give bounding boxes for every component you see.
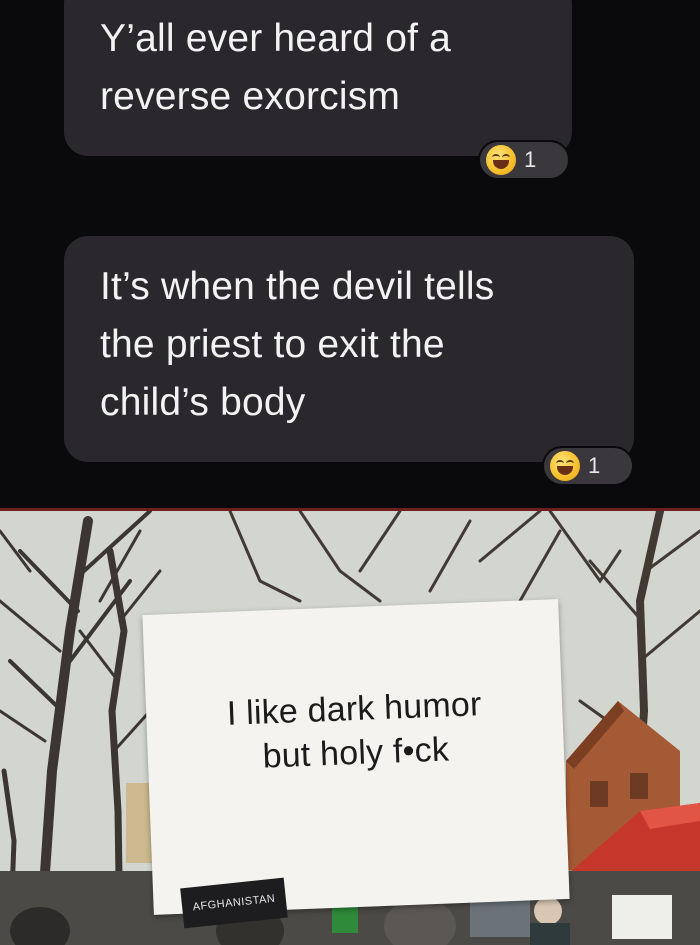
message-2-line-2: the priest to exit the: [100, 323, 445, 366]
laughing-emoji-icon: [486, 145, 516, 175]
protest-photo: I like dark humor but holy f•ck AFGHANIS…: [0, 511, 700, 945]
message-2-line-3: child’s body: [100, 381, 306, 424]
reaction-badge-2[interactable]: 1: [542, 446, 634, 486]
message-bubble-2[interactable]: It’s when the devil tells the priest to …: [64, 236, 634, 462]
message-bubble-1[interactable]: Y’all ever heard of a reverse exorcism: [64, 0, 572, 156]
laughing-emoji-icon: [550, 451, 580, 481]
message-1-line-1: Y’all ever heard of a: [100, 17, 452, 60]
message-1-line-2: reverse exorcism: [100, 75, 401, 118]
reaction-badge-1[interactable]: 1: [478, 140, 570, 180]
chat-screenshot: Y’all ever heard of a reverse exorcism 1…: [0, 0, 700, 510]
protest-sign: I like dark humor but holy f•ck: [142, 599, 570, 915]
reaction-count-2: 1: [588, 453, 601, 478]
reaction-count-1: 1: [524, 147, 537, 172]
message-2-line-1: It’s when the devil tells: [100, 265, 495, 308]
